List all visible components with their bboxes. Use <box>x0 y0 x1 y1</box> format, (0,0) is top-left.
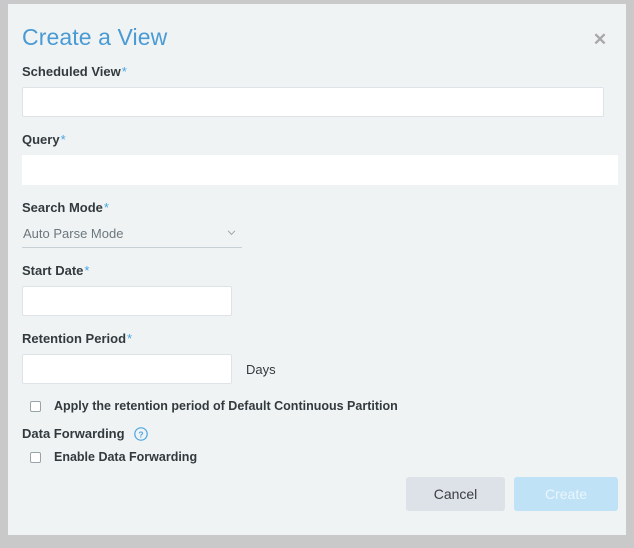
scheduled-view-label: Scheduled View* <box>22 64 612 80</box>
query-label-text: Query <box>22 132 60 147</box>
field-retention-period: Retention Period* Days <box>22 331 612 384</box>
create-button[interactable]: Create <box>514 477 618 511</box>
field-scheduled-view: Scheduled View* <box>22 64 612 117</box>
enable-data-forwarding-checkbox-row[interactable]: Enable Data Forwarding <box>30 450 612 464</box>
retention-period-label: Retention Period* <box>22 331 612 347</box>
page-title: Create a View <box>22 24 168 50</box>
field-start-date: Start Date* <box>22 263 612 316</box>
enable-data-forwarding-label[interactable]: Enable Data Forwarding <box>54 450 197 464</box>
svg-text:?: ? <box>138 429 143 439</box>
scheduled-view-label-text: Scheduled View <box>22 64 121 79</box>
required-asterisk: * <box>127 331 133 346</box>
create-view-dialog: Create a View ✕ Scheduled View* Query* S… <box>8 4 626 535</box>
retention-period-label-text: Retention Period <box>22 331 127 346</box>
enable-data-forwarding-checkbox[interactable] <box>30 451 41 463</box>
apply-retention-checkbox-row[interactable]: Apply the retention period of Default Co… <box>30 399 612 413</box>
field-search-mode: Search Mode* Auto Parse Mode <box>22 200 612 248</box>
dialog-header: Create a View ✕ <box>8 4 626 64</box>
scheduled-view-input[interactable] <box>22 87 604 117</box>
dialog-footer: Cancel Create <box>8 463 626 535</box>
retention-period-row: Days <box>22 354 612 384</box>
search-mode-select[interactable]: Auto Parse Mode <box>22 223 242 248</box>
required-asterisk: * <box>60 132 66 147</box>
start-date-label-text: Start Date <box>22 263 84 278</box>
dialog-form-body: Scheduled View* Query* Search Mode* Auto… <box>8 64 626 464</box>
data-forwarding-heading: Data Forwarding <box>22 426 125 441</box>
query-label: Query* <box>22 132 612 148</box>
retention-period-unit: Days <box>246 361 276 377</box>
help-circle-icon[interactable]: ? <box>133 426 148 441</box>
retention-period-input[interactable] <box>22 354 232 384</box>
search-mode-label-text: Search Mode <box>22 200 103 215</box>
start-date-label: Start Date* <box>22 263 612 279</box>
search-mode-label: Search Mode* <box>22 200 612 216</box>
cancel-button[interactable]: Cancel <box>406 477 505 511</box>
apply-retention-checkbox[interactable] <box>30 400 41 412</box>
required-asterisk: * <box>84 263 90 278</box>
start-date-input[interactable] <box>22 286 232 316</box>
apply-retention-label[interactable]: Apply the retention period of Default Co… <box>54 399 398 413</box>
required-asterisk: * <box>103 200 109 215</box>
data-forwarding-section-header: Data Forwarding ? <box>22 426 612 441</box>
required-asterisk: * <box>121 64 127 79</box>
close-icon[interactable]: ✕ <box>590 30 610 50</box>
search-mode-selected-value: Auto Parse Mode <box>23 226 124 241</box>
query-input[interactable] <box>22 155 618 185</box>
field-query: Query* <box>22 132 618 185</box>
